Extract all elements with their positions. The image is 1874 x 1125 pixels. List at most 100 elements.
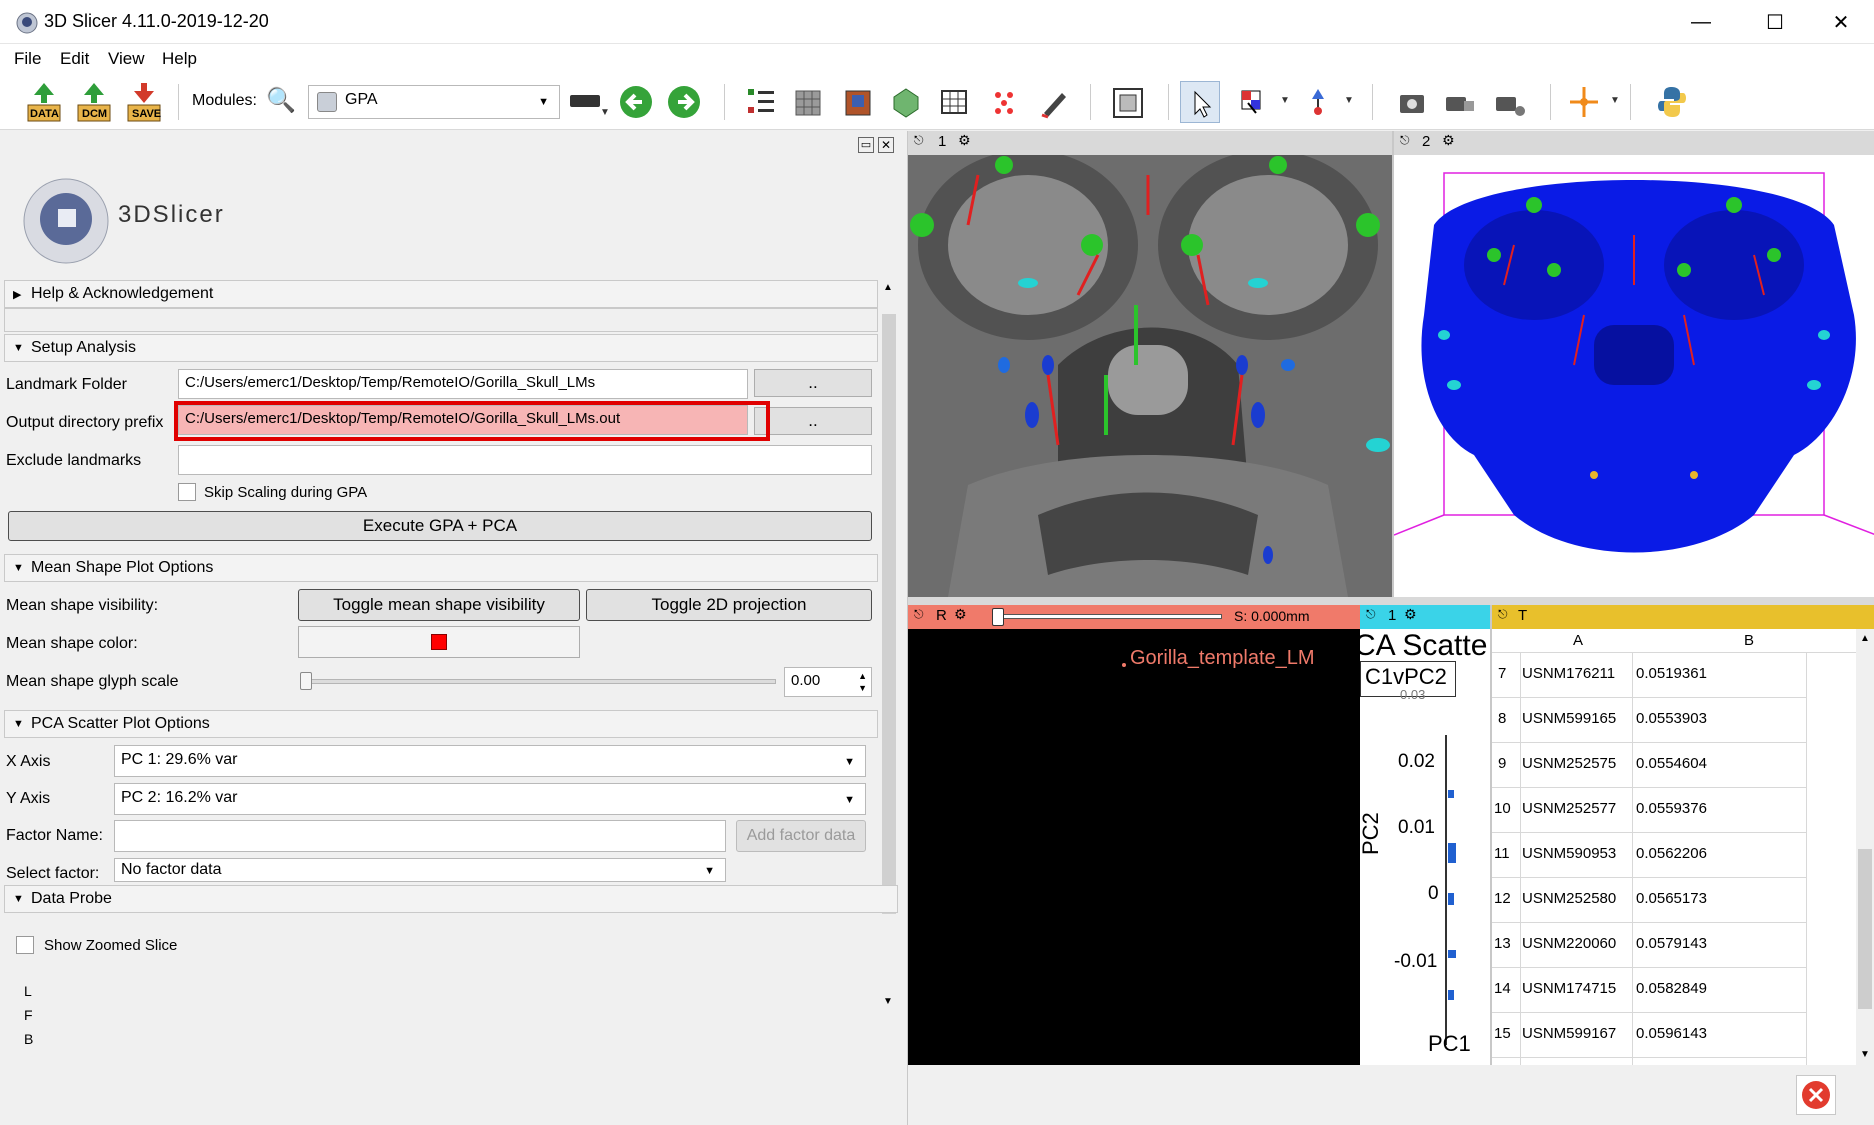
undock-icon[interactable]: ▭ (858, 137, 874, 153)
minimize-button[interactable]: — (1668, 0, 1734, 44)
view-settings-icon[interactable]: ⚙ (958, 132, 971, 149)
transforms-module-button[interactable] (934, 81, 974, 123)
x-axis-select[interactable]: PC 1: 29.6% var ▼ (114, 745, 866, 777)
toggle-mean-visibility-button[interactable]: Toggle mean shape visibility (298, 589, 580, 621)
table-view[interactable]: ⎋ T A B 7 USNM176211 0.0519361 8 USNM599… (1490, 605, 1874, 1065)
volumes-module-button[interactable] (788, 81, 828, 123)
scroll-thumb[interactable] (882, 314, 896, 914)
module-search-icon[interactable]: 🔍 (266, 86, 296, 116)
view-data-dropdown[interactable]: ▼ (570, 81, 610, 123)
table-row[interactable]: 15 USNM599167 0.0596143 (1492, 1013, 1806, 1058)
models-module-button[interactable] (838, 81, 878, 123)
section-help[interactable]: ▶ Help & Acknowledgement (4, 280, 878, 308)
slice-slider-handle[interactable] (992, 608, 1004, 626)
cell-a[interactable]: USNM252575 (1522, 755, 1616, 772)
cell-b[interactable]: 0.0565173 (1636, 890, 1707, 907)
pin-icon[interactable]: ⎋ (1498, 607, 1508, 622)
pin-icon[interactable]: ⎋ (914, 133, 924, 148)
scene-view-button[interactable] (1440, 81, 1480, 123)
cell-b[interactable]: 0.0579143 (1636, 935, 1707, 952)
markups-module-button[interactable] (984, 81, 1024, 123)
data-module-button[interactable] (740, 81, 780, 123)
column-header-a[interactable]: A (1520, 629, 1636, 653)
window-level-button[interactable]: ▼ (1234, 81, 1290, 123)
column-header-b[interactable]: B (1636, 629, 1862, 653)
factor-name-field[interactable] (114, 820, 726, 852)
view-settings-icon[interactable]: ⚙ (1442, 132, 1455, 149)
error-log-button[interactable] (1796, 1075, 1836, 1115)
forward-arrow-button[interactable] (664, 81, 704, 123)
cell-b[interactable]: 0.0582849 (1636, 980, 1707, 997)
add-factor-button[interactable]: Add factor data (736, 820, 866, 852)
editor-module-button[interactable] (1034, 81, 1074, 123)
cell-a[interactable]: USNM176211 (1522, 665, 1615, 682)
cell-a[interactable]: USNM220060 (1522, 935, 1616, 952)
menu-view[interactable]: View (108, 49, 145, 69)
select-factor-select[interactable]: No factor data ▼ (114, 858, 726, 882)
table-row[interactable]: 9 USNM252575 0.0554604 (1492, 743, 1806, 788)
cell-a[interactable]: USNM252580 (1522, 890, 1616, 907)
spin-arrows-icon[interactable]: ▲ ▼ (858, 670, 867, 694)
module-selector[interactable]: GPA ▼ (308, 85, 560, 119)
load-dicom-button[interactable]: DCM (74, 81, 114, 123)
menu-file[interactable]: File (14, 49, 41, 69)
scroll-up-icon[interactable]: ▲ (883, 282, 893, 293)
table-row[interactable]: 10 USNM252577 0.0559376 (1492, 788, 1806, 833)
cell-a[interactable]: USNM599165 (1522, 710, 1616, 727)
cell-b[interactable]: 0.0553903 (1636, 710, 1707, 727)
mean-color-picker[interactable] (298, 626, 580, 658)
save-button[interactable]: SAVE (124, 81, 164, 123)
place-fiducial-button[interactable]: ▼ (1298, 81, 1354, 123)
table-row[interactable]: 11 USNM590953 0.0562206 (1492, 833, 1806, 878)
view-splitter[interactable] (908, 597, 1874, 605)
table-row[interactable]: 13 USNM220060 0.0579143 (1492, 923, 1806, 968)
cell-a[interactable]: USNM252577 (1522, 800, 1616, 817)
toggle-2d-projection-button[interactable]: Toggle 2D projection (586, 589, 872, 621)
slice-view-red[interactable]: ⎋ R ⚙ S: 0.000mm Gorilla_template_LM (908, 605, 1360, 1065)
maximize-button[interactable]: ☐ (1742, 0, 1808, 44)
cell-a[interactable]: USNM174715 (1522, 980, 1616, 997)
load-data-button[interactable]: DATA (24, 81, 64, 123)
cell-b[interactable]: 0.0562206 (1636, 845, 1707, 862)
table-scrollbar[interactable]: ▲ ▼ (1856, 629, 1874, 1065)
section-mean-shape[interactable]: ▼ Mean Shape Plot Options (4, 554, 878, 582)
layout-button[interactable] (1108, 81, 1148, 123)
section-data-probe[interactable]: ▼ Data Probe (4, 885, 898, 913)
cell-b[interactable]: 0.0554604 (1636, 755, 1707, 772)
pin-icon[interactable]: ⎋ (914, 607, 924, 622)
cell-b[interactable]: 0.0519361 (1636, 665, 1707, 682)
select-mode-button[interactable] (1180, 81, 1220, 123)
menu-edit[interactable]: Edit (60, 49, 89, 69)
view-settings-icon[interactable]: ⚙ (954, 606, 967, 623)
table-row[interactable]: 12 USNM252580 0.0565173 (1492, 878, 1806, 923)
table-row[interactable]: 7 USNM176211 0.0519361 (1492, 653, 1806, 698)
scroll-down-icon[interactable]: ▼ (883, 996, 893, 1007)
capture-view-button[interactable] (1490, 81, 1530, 123)
pin-icon[interactable]: ⎋ (1400, 133, 1410, 148)
cell-a[interactable]: USNM599167 (1522, 1025, 1616, 1042)
3d-view-1[interactable]: ⎋ 1 ⚙ (908, 131, 1392, 597)
exclude-landmarks-field[interactable] (178, 445, 872, 475)
menu-help[interactable]: Help (162, 49, 197, 69)
cell-b[interactable]: 0.0596143 (1636, 1025, 1707, 1042)
cell-a[interactable]: USNM590953 (1522, 845, 1616, 862)
table-row[interactable]: 8 USNM599165 0.0553903 (1492, 698, 1806, 743)
glyph-scale-slider[interactable] (302, 679, 776, 684)
scroll-up-icon[interactable]: ▲ (1860, 633, 1870, 644)
close-window-button[interactable]: ✕ (1808, 0, 1874, 44)
output-prefix-browse-button[interactable]: .. (754, 407, 872, 435)
screenshot-button[interactable] (1392, 81, 1432, 123)
plot-view[interactable]: ⎋ 1 ⚙ CA Scatte C1vPC2 0.03 0.02 0.01 0 … (1360, 605, 1490, 1065)
back-arrow-button[interactable] (616, 81, 656, 123)
skip-scaling-checkbox[interactable] (178, 483, 196, 501)
pin-icon[interactable]: ⎋ (1366, 607, 1376, 622)
python-console-button[interactable] (1652, 81, 1692, 123)
cell-b[interactable]: 0.0559376 (1636, 800, 1707, 817)
section-pca[interactable]: ▼ PCA Scatter Plot Options (4, 710, 878, 738)
table-row[interactable]: 14 USNM174715 0.0582849 (1492, 968, 1806, 1013)
scroll-down-icon[interactable]: ▼ (1860, 1049, 1870, 1060)
close-panel-icon[interactable]: ✕ (878, 137, 894, 153)
section-setup[interactable]: ▼ Setup Analysis (4, 334, 878, 362)
view-settings-icon[interactable]: ⚙ (1404, 606, 1417, 623)
segment-module-button[interactable] (886, 81, 926, 123)
